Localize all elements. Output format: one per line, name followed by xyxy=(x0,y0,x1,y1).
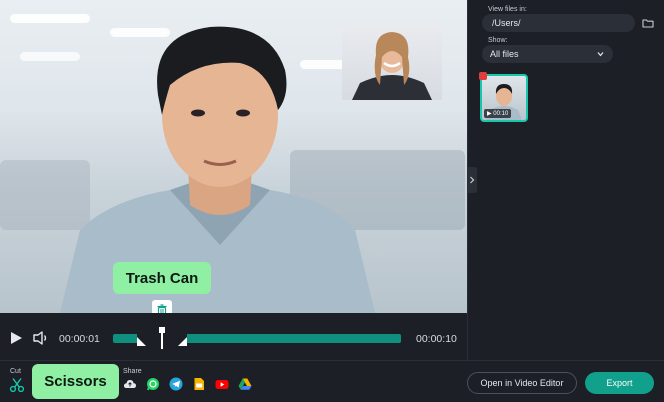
volume-icon[interactable] xyxy=(32,330,50,346)
playhead-handle[interactable] xyxy=(159,327,165,349)
files-panel: View files in: /Users/ Show: All files ▶… xyxy=(467,0,664,360)
open-in-video-editor-button[interactable]: Open in Video Editor xyxy=(467,372,577,394)
current-time: 00:00:01 xyxy=(59,333,100,345)
collapse-panel-icon[interactable] xyxy=(467,167,477,193)
show-label: Show: xyxy=(488,37,508,44)
telegram-icon[interactable] xyxy=(169,377,183,391)
cloud-upload-icon[interactable] xyxy=(123,377,137,391)
youtube-icon[interactable] xyxy=(215,377,229,391)
cut-label: Cut xyxy=(10,368,21,375)
webcam-person-figure xyxy=(352,32,432,100)
folder-path-field[interactable]: /Users/ xyxy=(482,14,635,32)
thumbnail-close-icon[interactable] xyxy=(479,72,487,80)
share-label: Share xyxy=(123,368,142,375)
folder-icon[interactable] xyxy=(642,17,654,29)
whatsapp-icon[interactable] xyxy=(146,377,160,391)
export-button[interactable]: Export xyxy=(585,372,654,394)
show-filter-value: All files xyxy=(490,49,519,59)
player-controls: 00:00:01 00:00:10 xyxy=(0,313,467,360)
thumbnail-duration: ▶ 00:10 xyxy=(484,109,512,118)
webcam-overlay[interactable] xyxy=(342,25,442,100)
recording-thumbnail[interactable]: ▶ 00:10 xyxy=(480,74,528,122)
show-filter-select[interactable]: All files xyxy=(482,45,613,63)
view-files-label: View files in: xyxy=(488,6,527,13)
chevron-down-icon xyxy=(597,52,604,57)
trash-can-tooltip: Trash Can xyxy=(113,262,211,294)
scissors-icon[interactable] xyxy=(9,377,25,393)
scissors-tooltip: Scissors xyxy=(32,364,119,399)
video-preview[interactable] xyxy=(0,0,467,313)
total-time: 00:00:10 xyxy=(416,333,457,345)
screen-recorder-preview: Trash Can 00:00:01 00:00:10 View files i… xyxy=(0,0,664,402)
play-icon[interactable] xyxy=(9,331,23,345)
google-slides-icon[interactable] xyxy=(192,377,206,391)
google-drive-icon[interactable] xyxy=(238,377,252,391)
